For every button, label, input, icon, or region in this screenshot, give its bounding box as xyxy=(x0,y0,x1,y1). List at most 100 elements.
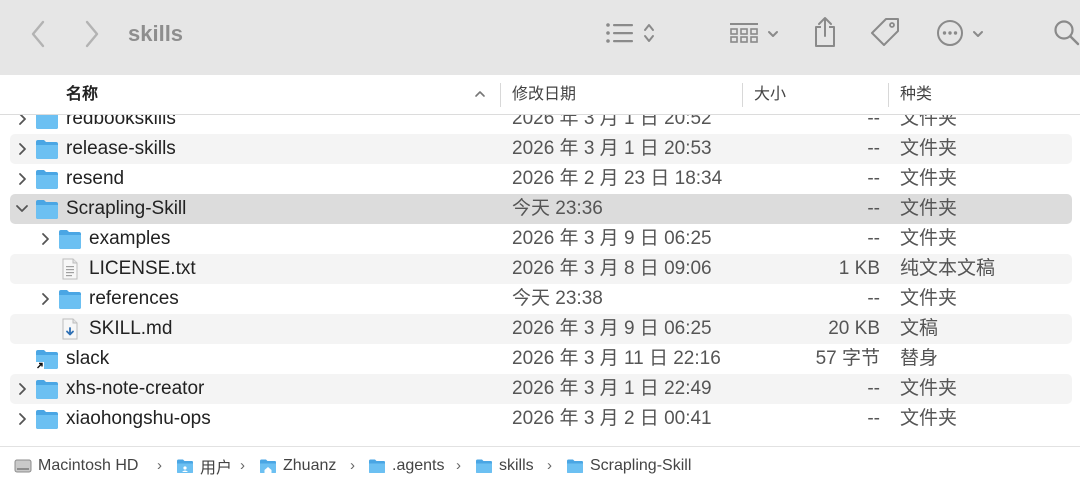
folder-icon xyxy=(35,378,59,400)
file-name: resend xyxy=(66,168,125,189)
path-crumb[interactable]: Scrapling-Skill xyxy=(566,447,691,484)
file-row[interactable]: Scrapling-Skill 今天 23:36 -- 文件夹 xyxy=(10,194,1072,224)
file-date: 2026 年 3 月 8 日 09:06 xyxy=(512,258,712,279)
file-size: -- xyxy=(867,168,880,189)
file-name: references xyxy=(89,288,179,309)
file-size: -- xyxy=(867,198,880,219)
path-crumb[interactable]: skills xyxy=(475,447,534,484)
sort-ascending-icon[interactable] xyxy=(474,75,486,115)
file-row[interactable]: redbookskills 2026 年 3 月 1 日 20:52 -- 文件夹 xyxy=(10,115,1072,134)
path-crumb[interactable]: Zhuanz xyxy=(259,447,336,484)
file-name: Scrapling-Skill xyxy=(66,198,187,219)
disclosure-collapsed-icon[interactable] xyxy=(14,374,30,404)
sort-updown-icon xyxy=(643,22,655,49)
path-crumb-label: 用户 xyxy=(200,460,233,477)
file-size: -- xyxy=(867,288,880,309)
folder-icon xyxy=(58,288,82,310)
file-date: 2026 年 3 月 1 日 22:49 xyxy=(512,378,712,399)
back-chevron-icon[interactable] xyxy=(22,18,54,50)
file-kind: 文件夹 xyxy=(900,288,958,309)
file-row[interactable]: slack 2026 年 3 月 11 日 22:16 57 字节 替身 xyxy=(10,344,1072,374)
folder-icon xyxy=(566,458,584,474)
share-icon xyxy=(812,16,838,53)
folder-icon xyxy=(35,115,59,130)
disclosure-collapsed-icon[interactable] xyxy=(37,284,53,314)
file-row[interactable]: xiaohongshu-ops 2026 年 3 月 2 日 00:41 -- 文件夹 xyxy=(10,404,1072,434)
path-crumb-label: Macintosh HD xyxy=(38,457,139,474)
column-name-header[interactable]: 名称 xyxy=(66,75,98,115)
path-crumb[interactable]: .agents xyxy=(368,447,444,484)
disclosure-collapsed-icon[interactable] xyxy=(14,404,30,434)
share-button[interactable] xyxy=(808,16,842,52)
file-row[interactable]: examples 2026 年 3 月 9 日 06:25 -- 文件夹 xyxy=(10,224,1072,254)
path-separator-icon: › xyxy=(240,457,245,474)
path-separator-icon: › xyxy=(456,457,461,474)
file-kind: 文件夹 xyxy=(900,138,958,159)
folder-icon xyxy=(35,198,59,220)
file-kind: 文件夹 xyxy=(900,115,958,129)
toolbar: skills xyxy=(0,0,1080,75)
file-size: -- xyxy=(867,408,880,429)
more-actions-button[interactable] xyxy=(928,18,992,52)
tag-button[interactable] xyxy=(866,16,904,52)
search-button[interactable] xyxy=(1048,16,1080,52)
column-date-header[interactable]: 修改日期 xyxy=(512,75,576,115)
file-row[interactable]: references 今天 23:38 -- 文件夹 xyxy=(10,284,1072,314)
disclosure-collapsed-icon[interactable] xyxy=(14,164,30,194)
disclosure-collapsed-icon[interactable] xyxy=(14,134,30,164)
file-list: redbookskills 2026 年 3 月 1 日 20:52 -- 文件夹 re… xyxy=(0,115,1080,442)
file-date: 今天 23:36 xyxy=(512,198,603,219)
file-size: -- xyxy=(867,378,880,399)
path-separator-icon: › xyxy=(157,457,162,474)
disclosure-expanded-icon[interactable] xyxy=(14,194,30,224)
column-kind-header[interactable]: 种类 xyxy=(900,75,932,115)
file-kind: 文件夹 xyxy=(900,408,958,429)
file-size: -- xyxy=(867,138,880,159)
file-kind: 文件夹 xyxy=(900,168,958,189)
group-view-button[interactable] xyxy=(722,18,786,52)
more-ellipsis-icon xyxy=(936,19,964,52)
disclosure-collapsed-icon[interactable] xyxy=(37,224,53,254)
file-date: 2026 年 3 月 1 日 20:53 xyxy=(512,138,712,159)
column-size-header[interactable]: 大小 xyxy=(754,75,786,115)
file-name: release-skills xyxy=(66,138,176,159)
file-row[interactable]: SKILL.md 2026 年 3 月 9 日 06:25 20 KB 文稿 xyxy=(10,314,1072,344)
file-size: -- xyxy=(867,115,880,129)
file-name: SKILL.md xyxy=(89,318,173,339)
column-divider[interactable] xyxy=(500,83,501,107)
file-size: 57 字节 xyxy=(815,348,880,369)
column-header: 名称 修改日期 大小 种类 xyxy=(0,75,1080,115)
file-name: xiaohongshu-ops xyxy=(66,408,211,429)
file-name: xhs-note-creator xyxy=(66,378,205,399)
search-icon xyxy=(1052,18,1080,51)
file-kind: 文件夹 xyxy=(900,198,958,219)
path-crumb[interactable]: 用户 xyxy=(176,447,232,484)
folder-icon xyxy=(475,458,493,474)
path-crumb-label: .agents xyxy=(392,457,445,474)
list-view-button[interactable] xyxy=(598,18,662,52)
tag-icon xyxy=(869,16,901,53)
file-row[interactable]: xhs-note-creator 2026 年 3 月 1 日 22:49 -- 文件… xyxy=(10,374,1072,404)
column-divider[interactable] xyxy=(888,83,889,107)
file-row[interactable]: release-skills 2026 年 3 月 1 日 20:53 -- 文件夹 xyxy=(10,134,1072,164)
file-row[interactable]: LICENSE.txt 2026 年 3 月 8 日 09:06 1 KB 纯文本文稿 xyxy=(10,254,1072,284)
file-row[interactable]: resend 2026 年 2 月 23 日 18:34 -- 文件夹 xyxy=(10,164,1072,194)
file-name: examples xyxy=(89,228,171,249)
forward-chevron-icon[interactable] xyxy=(76,18,108,50)
users-folder-icon xyxy=(176,458,194,474)
home-folder-icon xyxy=(259,458,277,474)
folder-icon xyxy=(35,138,59,160)
path-crumb-label: Scrapling-Skill xyxy=(590,457,692,474)
column-divider[interactable] xyxy=(742,83,743,107)
file-date: 今天 23:38 xyxy=(512,288,603,309)
folder-icon xyxy=(368,458,386,474)
file-size: -- xyxy=(867,228,880,249)
path-separator-icon: › xyxy=(350,457,355,474)
disclosure-collapsed-icon[interactable] xyxy=(14,115,30,134)
path-crumb[interactable]: Macintosh HD xyxy=(14,447,138,484)
chevron-down-icon xyxy=(972,26,984,44)
path-separator-icon: › xyxy=(547,457,552,474)
file-name: LICENSE.txt xyxy=(89,258,196,279)
file-kind: 文件夹 xyxy=(900,228,958,249)
file-date: 2026 年 3 月 11 日 22:16 xyxy=(512,348,721,369)
